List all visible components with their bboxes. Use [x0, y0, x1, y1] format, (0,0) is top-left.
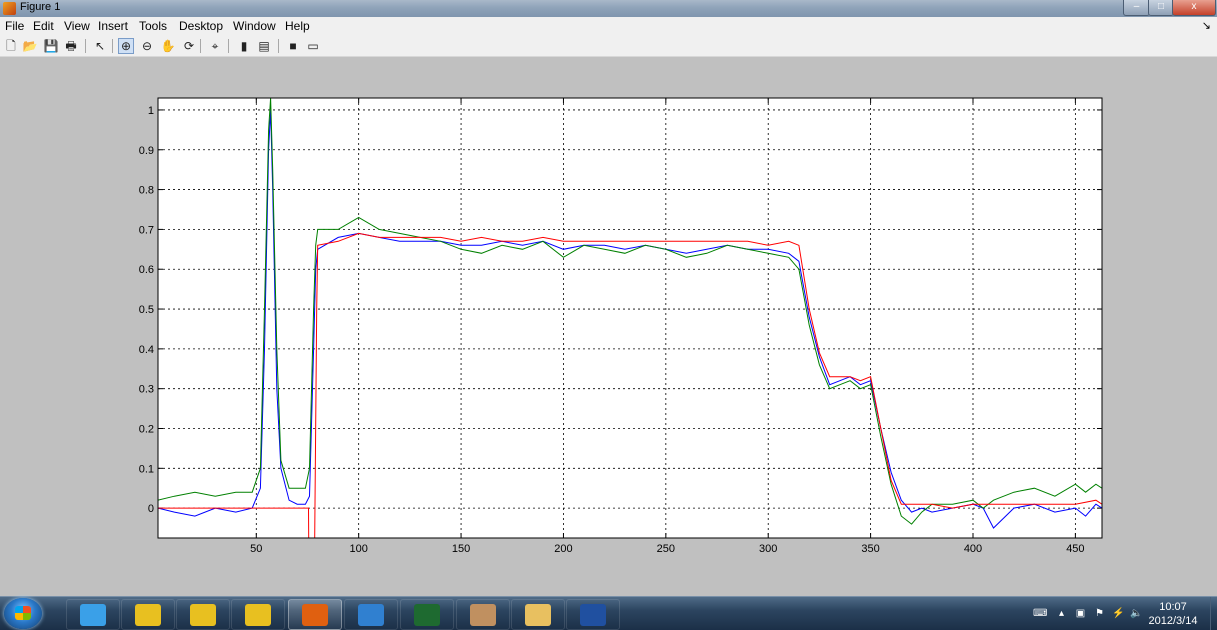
clock[interactable]: 10:07 2012/3/14: [1135, 600, 1211, 628]
paint-app-icon-2: [190, 603, 216, 626]
close-button[interactable]: x: [1172, 0, 1216, 16]
x-tick-label: 300: [759, 543, 777, 555]
menu-tools[interactable]: Tools: [139, 19, 167, 33]
toolbar-separator: [200, 39, 201, 53]
plot-area[interactable]: [158, 98, 1102, 538]
clock-time: 10:07: [1159, 601, 1187, 613]
menu-help[interactable]: Help: [285, 19, 310, 33]
x-tick-label: 450: [1066, 543, 1084, 555]
figure-canvas: 50 100 150 200 250 300 350 400 450 0 0.1 0.2 0.3 0.4 0…: [0, 57, 1217, 596]
taskbar-button-word[interactable]: [566, 599, 620, 630]
start-button[interactable]: [4, 598, 42, 629]
window-title-bar[interactable]: Figure 1 – □ x: [0, 0, 1217, 17]
y-tick-label: 1: [148, 105, 154, 117]
taskbar-button-paint-app-2[interactable]: [176, 599, 230, 630]
paint-palette-icon: [470, 603, 496, 626]
pan-icon[interactable]: ✋: [160, 38, 176, 54]
toolbar-separator: [112, 39, 113, 53]
media-icon: [414, 603, 440, 626]
y-tick-label: 0.9: [139, 145, 154, 157]
maximize-button[interactable]: □: [1148, 0, 1174, 16]
y-tick-label: 0.3: [139, 384, 154, 396]
hide-plot-tools-icon[interactable]: ■: [285, 38, 301, 54]
file-explorer-icon: [525, 603, 551, 626]
line-chart[interactable]: 50 100 150 200 250 300 350 400 450 0 0.1 0.2 0.3 0.4 0…: [0, 57, 1217, 596]
x-tick-label: 200: [554, 543, 572, 555]
insert-colorbar-icon[interactable]: ▮: [236, 38, 252, 54]
toolbar-separator: [278, 39, 279, 53]
qq-icon: [80, 603, 106, 626]
toolbar-separator: [228, 39, 229, 53]
x-tick-label: 100: [349, 543, 367, 555]
matlab-figure-icon: [3, 2, 16, 15]
new-figure-icon[interactable]: 🗋: [3, 38, 19, 54]
x-tick-label: 150: [452, 543, 470, 555]
y-tick-label: 0.6: [139, 264, 154, 276]
x-tick-label: 250: [657, 543, 675, 555]
figure-toolbar: 🗋 📂 💾 🖶 ↖ ⊕ ⊖ ✋ ⟳ ⌖ ▮ ▤ ■ ▭: [0, 36, 1217, 57]
zoom-out-icon[interactable]: ⊖: [139, 38, 155, 54]
taskbar-button-media[interactable]: [400, 599, 454, 630]
matlab-icon: [302, 603, 328, 626]
window-title: Figure 1: [20, 1, 61, 13]
toolbar-separator: [85, 39, 86, 53]
network-icon[interactable]: ▣: [1075, 608, 1086, 619]
y-tick-label: 0.1: [139, 463, 154, 475]
menu-edit[interactable]: Edit: [33, 19, 54, 33]
y-tick-label: 0.4: [139, 344, 154, 356]
open-file-icon[interactable]: 📂: [22, 38, 38, 54]
taskbar-button-paint-app-1[interactable]: [121, 599, 175, 630]
taskbar-button-matlab[interactable]: [288, 599, 342, 630]
windows-logo-icon: [15, 606, 31, 620]
menu-window[interactable]: Window: [233, 19, 276, 33]
dock-figure-arrow-icon[interactable]: ↘: [1202, 19, 1211, 32]
keyboard-icon[interactable]: ⌨: [1033, 608, 1047, 619]
menu-file[interactable]: File: [5, 19, 24, 33]
taskbar-button-qq[interactable]: [66, 599, 120, 630]
windows-taskbar: ⌨ ▴ ▣ ⚑ ⚡ 🔈 10:07 2012/3/14: [0, 596, 1217, 630]
show-desktop-button[interactable]: [1210, 597, 1217, 630]
taskbar-button-paint-app-3[interactable]: [231, 599, 285, 630]
y-tick-label: 0.5: [139, 304, 154, 316]
show-hidden-icon[interactable]: ▴: [1056, 608, 1067, 619]
edit-plot-icon[interactable]: ↖: [92, 38, 108, 54]
minimize-button[interactable]: –: [1123, 0, 1150, 16]
browser-icon: [358, 603, 384, 626]
save-figure-icon[interactable]: 💾: [43, 38, 59, 54]
y-tick-label: 0.2: [139, 423, 154, 435]
y-tick-label: 0.8: [139, 185, 154, 197]
clock-date: 2012/3/14: [1148, 615, 1198, 627]
x-tick-label: 50: [250, 543, 262, 555]
menu-desktop[interactable]: Desktop: [179, 19, 223, 33]
menu-insert[interactable]: Insert: [98, 19, 128, 33]
print-figure-icon[interactable]: 🖶: [63, 38, 79, 54]
paint-app-icon-3: [245, 603, 271, 626]
taskbar-button-file-explorer[interactable]: [511, 599, 565, 630]
action-center-icon[interactable]: ⚑: [1094, 608, 1105, 619]
insert-legend-icon[interactable]: ▤: [256, 38, 272, 54]
menu-bar: File Edit View Insert Tools Desktop Wind…: [0, 17, 1217, 36]
data-cursor-icon[interactable]: ⌖: [207, 38, 223, 54]
taskbar-button-browser[interactable]: [344, 599, 398, 630]
y-tick-label: 0: [148, 503, 154, 515]
x-tick-label: 400: [964, 543, 982, 555]
menu-view[interactable]: View: [64, 19, 90, 33]
zoom-in-icon[interactable]: ⊕: [118, 38, 134, 54]
word-icon: [580, 603, 606, 626]
show-plot-tools-icon[interactable]: ▭: [305, 38, 321, 54]
power-icon[interactable]: ⚡: [1112, 608, 1124, 619]
x-tick-label: 350: [861, 543, 879, 555]
taskbar-button-paint-palette[interactable]: [456, 599, 510, 630]
rotate-3d-icon[interactable]: ⟳: [181, 38, 197, 54]
paint-app-icon-1: [135, 603, 161, 626]
y-tick-label: 0.7: [139, 224, 154, 236]
